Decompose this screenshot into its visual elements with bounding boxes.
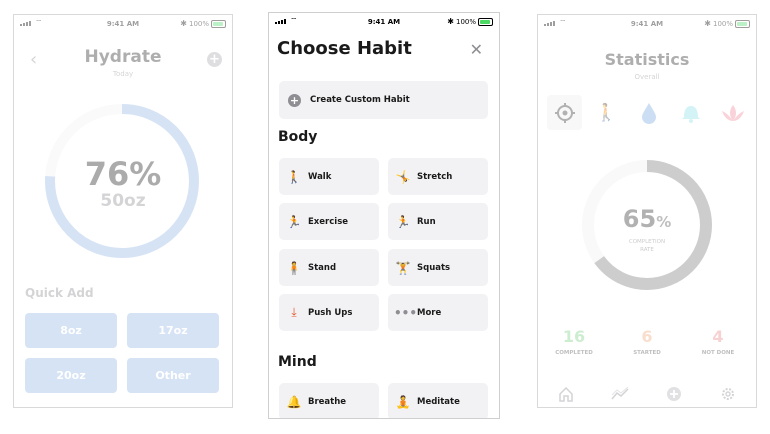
add-icon <box>667 387 681 401</box>
target-icon <box>554 102 575 123</box>
walk-icon: 🚶 <box>286 169 302 184</box>
section-title-mind: Mind <box>278 354 317 370</box>
create-custom-habit-button[interactable]: + Create Custom Habit <box>279 81 488 119</box>
exercise-icon: 🏃 <box>286 214 302 229</box>
page-subtitle: Overall <box>634 73 660 81</box>
tab-settings[interactable] <box>719 385 737 403</box>
habit-push-ups[interactable]: ⤓ Push Ups <box>279 294 379 331</box>
tab-trends[interactable] <box>611 385 629 403</box>
habit-squats[interactable]: 🏋 Squats <box>388 249 488 286</box>
completion-rate-label: COMPLETION RATE <box>538 238 756 254</box>
bluetooth-icon: ✱ <box>180 19 187 28</box>
settings-icon <box>722 388 734 400</box>
habit-more[interactable]: ••• More <box>388 294 488 331</box>
bluetooth-icon: ✱ <box>704 19 711 28</box>
tab-home[interactable] <box>557 385 575 403</box>
home-icon <box>559 386 573 402</box>
quick-add-20oz-button[interactable]: 20oz <box>25 358 117 393</box>
stretch-icon: 🤸 <box>395 169 411 184</box>
walk-icon: 🚶 <box>595 102 618 123</box>
battery-indicator: ✱ 100% <box>447 17 493 26</box>
page-title: Statistics <box>604 50 690 69</box>
add-circle-icon: + <box>288 93 301 107</box>
completed-count: 16 <box>562 327 586 346</box>
water-drop-icon <box>641 102 656 124</box>
habit-label: Stand <box>308 262 337 273</box>
rate-number: 65 <box>622 205 657 233</box>
habit-exercise[interactable]: 🏃 Exercise <box>279 203 379 240</box>
add-circle-icon[interactable]: + <box>207 52 222 67</box>
status-bar: ⌔ 9:41 AM ✱ 100% <box>538 15 756 33</box>
completion-rate-value: 65% <box>538 205 756 233</box>
category-mind[interactable] <box>715 95 750 130</box>
push-ups-icon: ⤓ <box>291 305 297 319</box>
battery-icon <box>211 19 226 28</box>
bell-icon <box>681 105 700 123</box>
close-icon[interactable]: ✕ <box>470 40 483 59</box>
battery-indicator: ✱ 100% <box>704 19 750 28</box>
completed-label: COMPLETED <box>555 350 593 356</box>
habit-label: Walk <box>308 171 332 182</box>
not-done-count: 4 <box>712 327 724 346</box>
page-title: Hydrate <box>84 47 162 67</box>
quick-add-other-button[interactable]: Other <box>127 358 219 393</box>
create-custom-habit-label: Create Custom Habit <box>310 95 410 105</box>
habit-label: Run <box>417 216 436 227</box>
status-bar: ⌔ 9:41 AM ✱ 100% <box>14 15 232 33</box>
rate-unit: % <box>656 213 672 231</box>
quick-add-title: Quick Add <box>25 286 94 300</box>
status-bar: ⌔ 9:41 AM ✱ 100% <box>269 13 499 31</box>
habit-run[interactable]: 🏃 Run <box>388 203 488 240</box>
hydrate-screen: ⌔ 9:41 AM ✱ 100% ‹ Hydrate Today + 76% 5… <box>13 14 233 408</box>
battery-indicator: ✱ 100% <box>180 19 226 28</box>
statistics-screen: ⌔ 9:41 AM ✱ 100% Statistics Overall 🚶 65… <box>537 14 757 408</box>
category-walk[interactable]: 🚶 <box>589 95 624 130</box>
trend-icon <box>611 387 629 400</box>
habit-label: Meditate <box>417 396 460 407</box>
rate-label-line-1: COMPLETION <box>628 239 666 245</box>
category-water[interactable] <box>631 95 666 130</box>
habit-label: Squats <box>417 262 451 273</box>
category-target[interactable] <box>547 95 582 130</box>
section-title-body: Body <box>278 129 318 145</box>
tab-add[interactable] <box>665 385 683 403</box>
habit-stand[interactable]: 🧍 Stand <box>279 249 379 286</box>
choose-habit-screen: ⌔ 9:41 AM ✱ 100% Choose Habit ✕ + Create… <box>268 12 500 419</box>
habit-label: Push Ups <box>308 307 353 318</box>
category-breathe[interactable] <box>673 95 708 130</box>
squats-icon: 🏋 <box>395 260 411 275</box>
habit-label: Exercise <box>308 216 349 227</box>
not-done-label: NOT DONE <box>701 350 735 356</box>
battery-icon <box>478 17 493 26</box>
stand-icon: 🧍 <box>286 260 302 275</box>
quick-add-8oz-button[interactable]: 8oz <box>25 313 117 348</box>
started-label: STARTED <box>633 350 661 356</box>
run-icon: 🏃 <box>395 214 411 229</box>
lotus-icon <box>721 104 744 121</box>
breathe-icon: 🔔 <box>286 394 302 409</box>
habit-walk[interactable]: 🚶 Walk <box>279 158 379 195</box>
battery-percent: 100% <box>188 19 209 28</box>
battery-percent: 100% <box>455 17 476 26</box>
more-icon: ••• <box>394 305 418 320</box>
page-title: Choose Habit <box>277 38 412 59</box>
hydration-percent: 76% <box>84 155 162 193</box>
hydration-amount: 50oz <box>100 191 146 211</box>
habit-stretch[interactable]: 🤸 Stretch <box>388 158 488 195</box>
quick-add-17oz-button[interactable]: 17oz <box>127 313 219 348</box>
battery-percent: 100% <box>712 19 733 28</box>
started-count: 6 <box>641 327 653 346</box>
habit-breathe[interactable]: 🔔 Breathe <box>279 383 379 418</box>
habit-meditate[interactable]: 🧘 Meditate <box>388 383 488 418</box>
meditate-icon: 🧘 <box>395 394 411 409</box>
habit-label: Stretch <box>417 171 453 182</box>
bluetooth-icon: ✱ <box>447 17 454 26</box>
rate-label-line-2: RATE <box>640 247 654 253</box>
habit-label: More <box>417 307 442 318</box>
battery-icon <box>735 19 750 28</box>
page-subtitle: Today <box>112 70 134 78</box>
habit-label: Breathe <box>308 396 347 407</box>
